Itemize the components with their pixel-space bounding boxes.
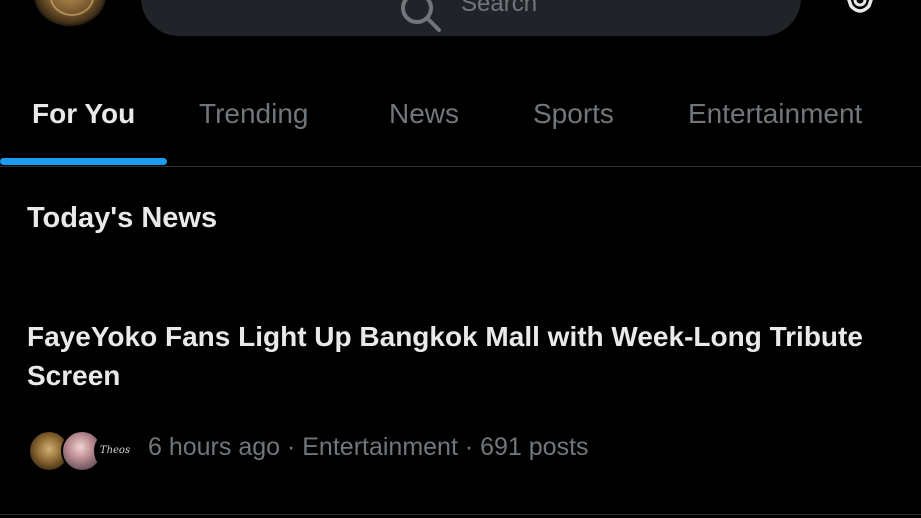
avatar-stack: Theos — [28, 428, 136, 472]
news-headline[interactable]: FayeYoko Fans Light Up Bangkok Mall with… — [27, 317, 897, 395]
active-tab-indicator — [0, 158, 167, 165]
search-icon — [401, 0, 441, 32]
profile-avatar[interactable] — [34, 0, 106, 26]
search-bar[interactable]: Search — [141, 0, 801, 36]
top-bar: Search — [0, 0, 921, 60]
tab-for-you[interactable]: For You — [32, 98, 135, 130]
tab-sports[interactable]: Sports — [533, 98, 614, 130]
news-meta-text: 6 hours ago · Entertainment · 691 posts — [148, 433, 589, 461]
tab-trending[interactable]: Trending — [199, 98, 308, 130]
news-meta: Theos 6 hours ago · Entertainment · 691 … — [28, 428, 908, 472]
tab-news[interactable]: News — [389, 98, 459, 130]
avatar: Theos — [94, 430, 136, 472]
explore-tabs: For You Trending News Sports Entertainme… — [0, 70, 921, 167]
section-title: Today's News — [27, 202, 218, 234]
gear-icon[interactable] — [841, 0, 879, 18]
news-item[interactable]: FayeYoko Fans Light Up Bangkok Mall with… — [0, 300, 921, 515]
tab-entertainment[interactable]: Entertainment — [688, 98, 862, 130]
search-placeholder: Search — [461, 0, 538, 17]
